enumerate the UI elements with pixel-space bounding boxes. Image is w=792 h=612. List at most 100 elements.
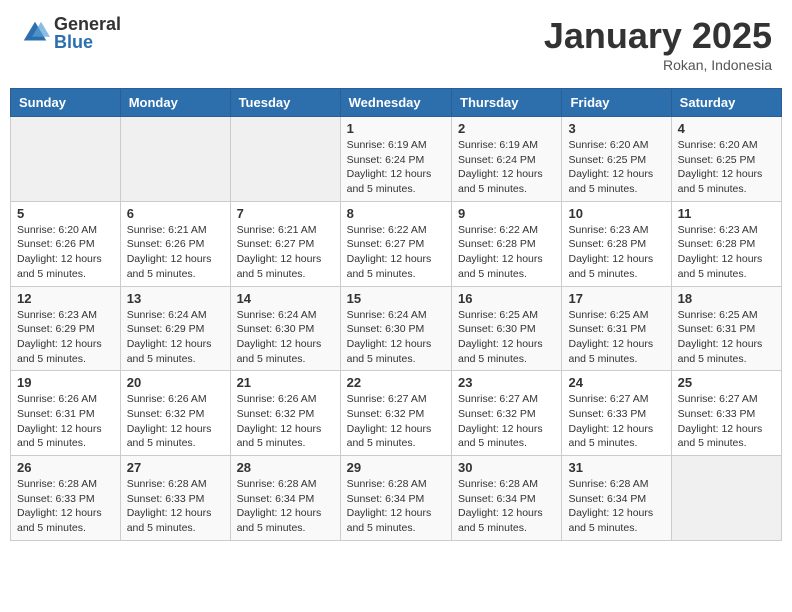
day-number: 28: [237, 460, 334, 475]
day-info: Sunrise: 6:21 AMSunset: 6:26 PMDaylight:…: [127, 223, 224, 282]
day-info: Sunrise: 6:27 AMSunset: 6:33 PMDaylight:…: [568, 392, 664, 451]
day-number: 20: [127, 375, 224, 390]
calendar-cell: 4 Sunrise: 6:20 AMSunset: 6:25 PMDaylight…: [671, 117, 781, 202]
calendar-cell: [11, 117, 121, 202]
calendar-cell: 13 Sunrise: 6:24 AMSunset: 6:29 PMDayligh…: [120, 286, 230, 371]
weekday-header-sunday: Sunday: [11, 89, 121, 117]
calendar-cell: [671, 456, 781, 541]
logo-general-text: General: [54, 15, 121, 33]
logo: General Blue: [20, 15, 121, 51]
calendar-week-3: 12 Sunrise: 6:23 AMSunset: 6:29 PMDayligh…: [11, 286, 782, 371]
logo-blue-text: Blue: [54, 33, 121, 51]
calendar-cell: 14 Sunrise: 6:24 AMSunset: 6:30 PMDayligh…: [230, 286, 340, 371]
day-info: Sunrise: 6:27 AMSunset: 6:33 PMDaylight:…: [678, 392, 775, 451]
calendar-cell: 19 Sunrise: 6:26 AMSunset: 6:31 PMDayligh…: [11, 371, 121, 456]
day-number: 14: [237, 291, 334, 306]
day-info: Sunrise: 6:28 AMSunset: 6:33 PMDaylight:…: [127, 477, 224, 536]
calendar-cell: 3Sunrise: 6:20 AMSunset: 6:25 PMDaylight…: [562, 117, 671, 202]
calendar-cell: 5 Sunrise: 6:20 AMSunset: 6:26 PMDaylight…: [11, 201, 121, 286]
calendar-cell: 22Sunrise: 6:27 AMSunset: 6:32 PMDayligh…: [340, 371, 451, 456]
day-number: 4: [678, 121, 775, 136]
calendar-cell: 9 Sunrise: 6:22 AMSunset: 6:28 PMDaylight…: [452, 201, 562, 286]
calendar-cell: 17Sunrise: 6:25 AMSunset: 6:31 PMDayligh…: [562, 286, 671, 371]
weekday-header-thursday: Thursday: [452, 89, 562, 117]
calendar-cell: 21 Sunrise: 6:26 AMSunset: 6:32 PMDayligh…: [230, 371, 340, 456]
day-number: 6: [127, 206, 224, 221]
day-info: Sunrise: 6:23 AMSunset: 6:29 PMDaylight:…: [17, 308, 114, 367]
calendar-cell: 27 Sunrise: 6:28 AMSunset: 6:33 PMDayligh…: [120, 456, 230, 541]
day-number: 16: [458, 291, 555, 306]
calendar-cell: 20 Sunrise: 6:26 AMSunset: 6:32 PMDayligh…: [120, 371, 230, 456]
day-info: Sunrise: 6:22 AMSunset: 6:28 PMDaylight:…: [458, 223, 555, 282]
day-info: Sunrise: 6:19 AMSunset: 6:24 PMDaylight:…: [347, 138, 445, 197]
day-info: Sunrise: 6:28 AMSunset: 6:34 PMDaylight:…: [568, 477, 664, 536]
calendar-week-1: 1 Sunrise: 6:19 AMSunset: 6:24 PMDaylight…: [11, 117, 782, 202]
day-number: 25: [678, 375, 775, 390]
day-info: Sunrise: 6:23 AMSunset: 6:28 PMDaylight:…: [568, 223, 664, 282]
day-info: Sunrise: 6:27 AMSunset: 6:32 PMDaylight:…: [458, 392, 555, 451]
day-number: 26: [17, 460, 114, 475]
day-number: 29: [347, 460, 445, 475]
day-info: Sunrise: 6:26 AMSunset: 6:31 PMDaylight:…: [17, 392, 114, 451]
calendar-cell: [230, 117, 340, 202]
calendar-cell: 8Sunrise: 6:22 AMSunset: 6:27 PMDaylight…: [340, 201, 451, 286]
day-number: 13: [127, 291, 224, 306]
day-number: 31: [568, 460, 664, 475]
day-number: 19: [17, 375, 114, 390]
day-info: Sunrise: 6:20 AMSunset: 6:26 PMDaylight:…: [17, 223, 114, 282]
day-info: Sunrise: 6:25 AMSunset: 6:31 PMDaylight:…: [568, 308, 664, 367]
calendar-cell: 24Sunrise: 6:27 AMSunset: 6:33 PMDayligh…: [562, 371, 671, 456]
calendar-cell: [120, 117, 230, 202]
calendar-cell: 29 Sunrise: 6:28 AMSunset: 6:34 PMDayligh…: [340, 456, 451, 541]
calendar-week-5: 26 Sunrise: 6:28 AMSunset: 6:33 PMDayligh…: [11, 456, 782, 541]
calendar-cell: 18Sunrise: 6:25 AMSunset: 6:31 PMDayligh…: [671, 286, 781, 371]
day-info: Sunrise: 6:23 AMSunset: 6:28 PMDaylight:…: [678, 223, 775, 282]
day-number: 18: [678, 291, 775, 306]
day-number: 12: [17, 291, 114, 306]
day-info: Sunrise: 6:20 AMSunset: 6:25 PMDaylight:…: [568, 138, 664, 197]
day-info: Sunrise: 6:24 AMSunset: 6:29 PMDaylight:…: [127, 308, 224, 367]
calendar-cell: 16Sunrise: 6:25 AMSunset: 6:30 PMDayligh…: [452, 286, 562, 371]
day-number: 7: [237, 206, 334, 221]
calendar-header-row: SundayMondayTuesdayWednesdayThursdayFrid…: [11, 89, 782, 117]
day-number: 22: [347, 375, 445, 390]
weekday-header-tuesday: Tuesday: [230, 89, 340, 117]
day-number: 1: [347, 121, 445, 136]
calendar-cell: 7 Sunrise: 6:21 AMSunset: 6:27 PMDaylight…: [230, 201, 340, 286]
calendar-cell: 15 Sunrise: 6:24 AMSunset: 6:30 PMDayligh…: [340, 286, 451, 371]
day-number: 9: [458, 206, 555, 221]
day-info: Sunrise: 6:28 AMSunset: 6:33 PMDaylight:…: [17, 477, 114, 536]
location: Rokan, Indonesia: [544, 57, 772, 73]
day-info: Sunrise: 6:28 AMSunset: 6:34 PMDaylight:…: [458, 477, 555, 536]
day-number: 30: [458, 460, 555, 475]
calendar-table: SundayMondayTuesdayWednesdayThursdayFrid…: [10, 88, 782, 541]
day-number: 15: [347, 291, 445, 306]
day-number: 21: [237, 375, 334, 390]
calendar-cell: 10 Sunrise: 6:23 AMSunset: 6:28 PMDayligh…: [562, 201, 671, 286]
day-info: Sunrise: 6:21 AMSunset: 6:27 PMDaylight:…: [237, 223, 334, 282]
calendar-cell: 25 Sunrise: 6:27 AMSunset: 6:33 PMDayligh…: [671, 371, 781, 456]
day-info: Sunrise: 6:26 AMSunset: 6:32 PMDaylight:…: [237, 392, 334, 451]
calendar-cell: 12 Sunrise: 6:23 AMSunset: 6:29 PMDayligh…: [11, 286, 121, 371]
day-info: Sunrise: 6:24 AMSunset: 6:30 PMDaylight:…: [237, 308, 334, 367]
weekday-header-wednesday: Wednesday: [340, 89, 451, 117]
day-info: Sunrise: 6:26 AMSunset: 6:32 PMDaylight:…: [127, 392, 224, 451]
day-number: 10: [568, 206, 664, 221]
calendar-cell: 26 Sunrise: 6:28 AMSunset: 6:33 PMDayligh…: [11, 456, 121, 541]
day-number: 23: [458, 375, 555, 390]
calendar-week-4: 19 Sunrise: 6:26 AMSunset: 6:31 PMDayligh…: [11, 371, 782, 456]
day-number: 5: [17, 206, 114, 221]
day-info: Sunrise: 6:28 AMSunset: 6:34 PMDaylight:…: [237, 477, 334, 536]
calendar-cell: 31 Sunrise: 6:28 AMSunset: 6:34 PMDayligh…: [562, 456, 671, 541]
day-number: 2: [458, 121, 555, 136]
day-info: Sunrise: 6:22 AMSunset: 6:27 PMDaylight:…: [347, 223, 445, 282]
page-header: General Blue January 2025 Rokan, Indones…: [10, 10, 782, 78]
day-info: Sunrise: 6:20 AMSunset: 6:25 PMDaylight:…: [678, 138, 775, 197]
calendar-cell: 28 Sunrise: 6:28 AMSunset: 6:34 PMDayligh…: [230, 456, 340, 541]
day-info: Sunrise: 6:24 AMSunset: 6:30 PMDaylight:…: [347, 308, 445, 367]
day-info: Sunrise: 6:28 AMSunset: 6:34 PMDaylight:…: [347, 477, 445, 536]
day-number: 27: [127, 460, 224, 475]
calendar-cell: 2Sunrise: 6:19 AMSunset: 6:24 PMDaylight…: [452, 117, 562, 202]
calendar-cell: 6 Sunrise: 6:21 AMSunset: 6:26 PMDaylight…: [120, 201, 230, 286]
day-number: 11: [678, 206, 775, 221]
